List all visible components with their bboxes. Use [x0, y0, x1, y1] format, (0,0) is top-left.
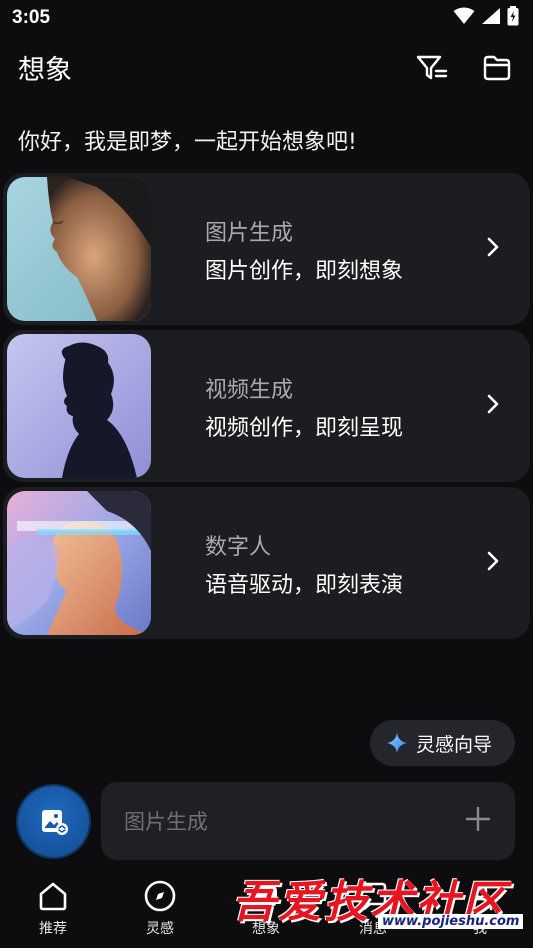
filter-button[interactable] — [414, 50, 450, 86]
chevron-right-icon — [487, 394, 499, 414]
card-title: 数字人 — [205, 535, 272, 560]
nav-label: 推荐 — [39, 921, 67, 937]
compass-icon — [144, 880, 176, 912]
watermark: 吾爱技术社区 www.pojieshu.com — [228, 866, 528, 936]
prompt-placeholder: 图片生成 — [124, 810, 208, 834]
digital-human-card[interactable]: 数字人 语音驱动，即刻表演 — [3, 487, 530, 639]
plus-icon[interactable] — [465, 806, 491, 832]
digital-human-thumbnail — [7, 491, 151, 635]
inspiration-guide-button[interactable]: 灵感向导 — [370, 720, 515, 766]
image-generation-thumbnail — [7, 177, 151, 321]
card-title: 视频生成 — [205, 378, 294, 403]
card-subtitle: 视频创作，即刻呈现 — [205, 416, 404, 441]
video-generation-thumbnail — [7, 334, 151, 478]
image-upload-button[interactable] — [18, 786, 89, 857]
sparkle-icon — [387, 733, 407, 753]
status-time: 3:05 — [12, 7, 51, 28]
folder-button[interactable] — [479, 50, 515, 86]
wifi-icon — [453, 7, 475, 24]
chevron-right-icon — [487, 237, 499, 257]
card-title: 图片生成 — [205, 221, 294, 246]
nav-item-inspiration[interactable]: 灵感 — [120, 878, 200, 938]
video-generation-card[interactable]: 视频生成 视频创作，即刻呈现 — [3, 330, 530, 482]
status-bar: 3:05 — [0, 0, 533, 36]
status-icons — [453, 6, 519, 26]
greeting-text: 你好，我是即梦，一起开始想象吧! — [18, 130, 357, 155]
filter-icon — [416, 55, 448, 80]
prompt-input[interactable]: 图片生成 — [101, 782, 515, 860]
chevron-right-icon — [487, 551, 499, 571]
nav-label: 灵感 — [146, 921, 174, 937]
card-subtitle: 图片创作，即刻想象 — [205, 259, 404, 284]
signal-icon — [482, 8, 500, 24]
card-subtitle: 语音驱动，即刻表演 — [205, 573, 404, 598]
page-title: 想象 — [18, 55, 72, 86]
watermark-url: www.pojieshu.com — [378, 914, 524, 929]
folder-icon — [483, 55, 511, 81]
inspiration-guide-label: 灵感向导 — [416, 733, 493, 756]
image-generation-card[interactable]: 图片生成 图片创作，即刻想象 — [3, 173, 530, 325]
app-header: 想象 — [0, 44, 533, 92]
nav-item-recommend[interactable]: 推荐 — [13, 878, 93, 938]
battery-icon — [507, 6, 519, 26]
home-icon — [39, 882, 67, 911]
image-swap-icon — [41, 809, 68, 835]
